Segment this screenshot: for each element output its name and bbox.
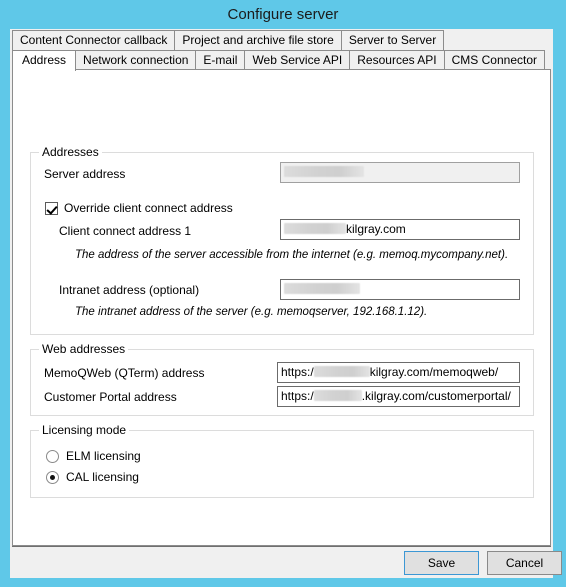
cal-licensing-radio[interactable] — [46, 471, 59, 484]
tab-label: Address — [22, 53, 67, 67]
tab-row-upper: Content Connector callback Project and a… — [12, 30, 445, 50]
redaction-block — [284, 283, 360, 294]
redaction-block — [284, 223, 346, 234]
customer-portal-address-suffix: .kilgray.com/customerportal/ — [361, 389, 511, 403]
save-button[interactable]: Save — [404, 551, 479, 575]
memoqweb-address-suffix: kilgray.com/memoqweb/ — [369, 365, 499, 379]
tab-content-connector-callback[interactable]: Content Connector callback — [12, 30, 176, 50]
redaction-block — [313, 366, 370, 377]
cal-licensing-label: CAL licensing — [66, 470, 139, 484]
tab-strip: Content Connector callback Project and a… — [10, 29, 553, 71]
tab-row-lower: Address Network connection E-mail Web Se… — [12, 50, 546, 71]
window-title: Configure server — [227, 6, 339, 23]
dialog-footer: Save Cancel — [12, 547, 562, 578]
web-addresses-group-legend: Web addresses — [39, 343, 129, 356]
customer-portal-address-prefix: https:/ — [281, 389, 314, 403]
addresses-group-legend: Addresses — [39, 146, 102, 159]
tab-label: CMS Connector — [451, 53, 538, 67]
client-connect-address-hint: The address of the server accessible fro… — [75, 249, 509, 261]
memoqweb-address-prefix: https:/ — [281, 365, 314, 379]
override-client-connect-address-checkbox[interactable] — [45, 202, 58, 215]
customer-portal-address-label: Customer Portal address — [44, 390, 177, 404]
tab-label: Content Connector callback — [20, 33, 168, 47]
tab-label: E-mail — [203, 53, 238, 67]
tab-server-to-server[interactable]: Server to Server — [340, 30, 445, 50]
tab-project-and-archive-file-store[interactable]: Project and archive file store — [174, 30, 342, 50]
redaction-block — [284, 166, 364, 177]
licensing-mode-group: Licensing mode — [30, 424, 534, 498]
elm-licensing-label: ELM licensing — [66, 449, 141, 463]
customer-portal-address-input[interactable]: https:/ .kilgray.com/customerportal/ — [277, 386, 520, 407]
cancel-button-label: Cancel — [505, 556, 544, 570]
save-button-label: Save — [427, 556, 456, 570]
memoqweb-address-label: MemoQWeb (QTerm) address — [44, 366, 205, 380]
override-client-connect-address-label: Override client connect address — [64, 201, 233, 215]
tab-resources-api[interactable]: Resources API — [349, 50, 445, 70]
server-address-label: Server address — [44, 167, 126, 181]
client-connect-address-1-input[interactable]: kilgray.com — [280, 219, 520, 240]
memoqweb-address-input[interactable]: https:/ kilgray.com/memoqweb/ — [277, 362, 520, 383]
intranet-address-hint: The intranet address of the server (e.g.… — [75, 306, 428, 318]
tab-network-connection[interactable]: Network connection — [75, 50, 197, 70]
licensing-mode-group-legend: Licensing mode — [39, 424, 130, 437]
tab-label: Resources API — [357, 53, 437, 67]
tab-cms-connector[interactable]: CMS Connector — [443, 50, 546, 70]
tab-label: Server to Server — [348, 33, 437, 47]
window-titlebar: Configure server — [0, 0, 566, 29]
cancel-button[interactable]: Cancel — [487, 551, 562, 575]
intranet-address-label: Intranet address (optional) — [59, 283, 200, 297]
redaction-block — [313, 390, 362, 401]
tab-label: Network connection — [83, 53, 189, 67]
server-address-input[interactable] — [280, 162, 520, 183]
tab-label: Project and archive file store — [182, 33, 334, 47]
tab-web-service-api[interactable]: Web Service API — [244, 50, 351, 70]
client-connect-address-1-value: kilgray.com — [346, 222, 406, 236]
tab-address[interactable]: Address — [12, 50, 77, 71]
configure-server-dialog: Content Connector callback Project and a… — [10, 29, 562, 578]
elm-licensing-radio[interactable] — [46, 450, 59, 463]
intranet-address-input[interactable] — [280, 279, 520, 300]
client-connect-address-1-label: Client connect address 1 — [59, 224, 192, 238]
address-tab-panel: Addresses Server address Override client… — [12, 70, 551, 546]
tab-e-mail[interactable]: E-mail — [195, 50, 246, 70]
tab-label: Web Service API — [252, 53, 343, 67]
